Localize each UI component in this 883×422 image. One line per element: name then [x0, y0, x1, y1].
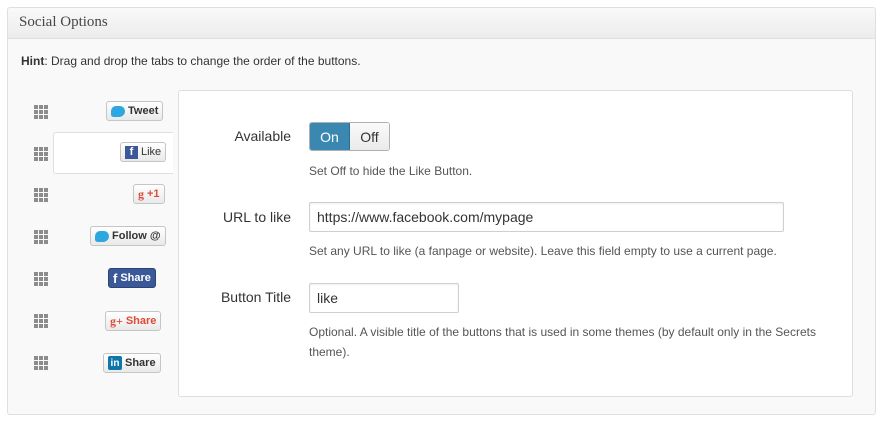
facebook-f-icon: f [113, 270, 118, 286]
available-description: Set Off to hide the Like Button. [309, 164, 473, 178]
hint-text: Hint: Drag and drop the tabs to change t… [21, 54, 361, 68]
postbox-header[interactable]: Social Options [8, 8, 875, 39]
available-off-button[interactable]: Off [350, 123, 389, 150]
url-description: Set any URL to like (a fanpage or websit… [309, 244, 777, 258]
drag-handle-icon[interactable] [34, 188, 48, 202]
twitter-bird-icon [95, 230, 109, 242]
facebook-f-icon: f [125, 145, 138, 159]
hint-body: : Drag and drop the tabs to change the o… [44, 54, 361, 68]
linkedin-in-icon: in [108, 356, 122, 370]
drag-handle-icon[interactable] [34, 230, 48, 244]
available-toggle[interactable]: On Off [309, 122, 390, 151]
drag-handle-icon[interactable] [34, 105, 48, 119]
drag-handle-icon[interactable] [34, 314, 48, 328]
button-title-input[interactable] [309, 283, 459, 313]
available-on-button[interactable]: On [310, 123, 350, 150]
available-label: Available [234, 128, 291, 144]
tab-linkedin-share[interactable]: in Share [103, 353, 161, 373]
drag-handle-icon[interactable] [34, 356, 48, 370]
hint-label: Hint [21, 54, 45, 68]
tab-twitter-tweet[interactable]: Tweet [106, 101, 164, 121]
button-settings-panel: Available On Off Set Off to hide the Lik… [178, 90, 853, 397]
google-g-icon: g [138, 186, 144, 201]
drag-handle-icon[interactable] [34, 147, 48, 161]
tab-google-plus-one[interactable]: g +1 [133, 184, 165, 204]
postbox-title: Social Options [19, 14, 108, 30]
button-title-label: Button Title [220, 289, 291, 305]
drag-handle-icon[interactable] [34, 272, 48, 286]
twitter-bird-icon [111, 105, 125, 117]
tab-facebook-share[interactable]: f Share [108, 268, 156, 288]
tab-twitter-follow[interactable]: Follow @ [90, 226, 166, 246]
url-label: URL to like [223, 209, 291, 225]
google-plus-icon: g+ [110, 313, 123, 328]
url-input[interactable] [309, 202, 784, 232]
button-title-description: Optional. A visible title of the buttons… [309, 325, 816, 359]
tab-google-share[interactable]: g+ Share [105, 311, 162, 331]
tab-facebook-like[interactable]: f Like [120, 142, 167, 162]
